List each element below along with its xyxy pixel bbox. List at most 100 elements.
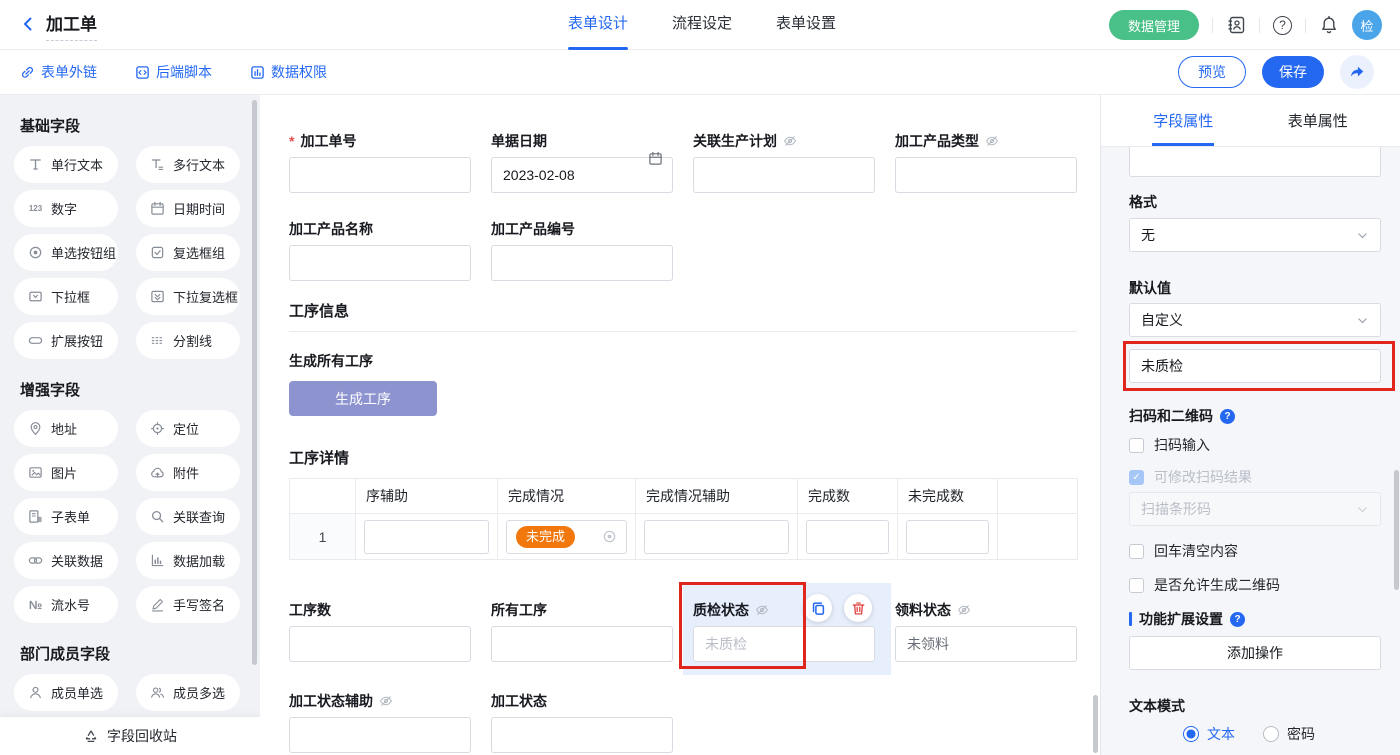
- field-type-attachment[interactable]: 附件: [136, 454, 240, 491]
- canvas-scrollbar[interactable]: [1093, 695, 1098, 753]
- generate-process-button[interactable]: 生成工序: [289, 381, 437, 416]
- radio-unselected-icon[interactable]: [1263, 726, 1279, 742]
- field-input[interactable]: [491, 245, 673, 281]
- field-process-status-aux[interactable]: 加工状态辅助: [289, 693, 471, 753]
- toolbar-actions: 预览 保存: [1178, 55, 1374, 89]
- completion-status-cell[interactable]: 未完成: [506, 520, 627, 554]
- field-type-multi-select[interactable]: 下拉复选框: [136, 278, 240, 315]
- radio-selected-icon[interactable]: [1183, 726, 1199, 742]
- field-process-order-no[interactable]: *加工单号: [289, 133, 471, 193]
- default-custom-value-input[interactable]: [1129, 349, 1381, 383]
- field-type-multi-line-text[interactable]: 多行文本: [136, 146, 240, 183]
- field-product-name[interactable]: 加工产品名称: [289, 221, 471, 281]
- field-all-processes[interactable]: 所有工序: [491, 602, 673, 662]
- help-icon[interactable]: [1273, 16, 1292, 35]
- calendar-icon[interactable]: [648, 151, 663, 166]
- datetime-icon: [149, 201, 166, 216]
- field-product-type[interactable]: 加工产品类型: [895, 133, 1077, 193]
- subform-cell-input[interactable]: [364, 520, 489, 554]
- field-type-select[interactable]: 下拉框: [14, 278, 118, 315]
- address-book-icon[interactable]: [1226, 15, 1246, 35]
- format-select[interactable]: 无: [1129, 218, 1381, 252]
- data-permission-button[interactable]: 数据权限: [250, 62, 327, 82]
- field-input[interactable]: [895, 157, 1077, 193]
- field-type-extension-button[interactable]: 扩展按钮: [14, 322, 118, 359]
- tab-field-properties[interactable]: 字段属性: [1116, 95, 1251, 146]
- checkbox-box[interactable]: [1129, 438, 1144, 453]
- checkbox-box[interactable]: [1129, 544, 1144, 559]
- panel-scrollbar[interactable]: [1394, 470, 1399, 590]
- delete-field-button[interactable]: [844, 594, 872, 622]
- tab-form-properties[interactable]: 表单属性: [1251, 95, 1386, 146]
- tab-form-settings[interactable]: 表单设置: [776, 0, 836, 50]
- field-input[interactable]: [693, 157, 875, 193]
- field-type-linked-data[interactable]: 关联数据: [14, 542, 118, 579]
- field-material-status[interactable]: 领料状态: [895, 602, 1077, 662]
- field-type-serial-number[interactable]: №流水号: [14, 586, 118, 623]
- field-type-divider[interactable]: 分割线: [136, 322, 240, 359]
- avatar[interactable]: 检: [1352, 10, 1382, 40]
- field-type-member-single[interactable]: 成员单选: [14, 674, 118, 711]
- tab-flow-settings[interactable]: 流程设定: [672, 0, 732, 50]
- copy-field-button[interactable]: [804, 594, 832, 622]
- add-action-button[interactable]: 添加操作: [1129, 636, 1381, 670]
- field-document-date[interactable]: 单据日期: [491, 133, 673, 193]
- field-type-signature[interactable]: 手写签名: [136, 586, 240, 623]
- field-type-address[interactable]: 地址: [14, 410, 118, 447]
- external-link-button[interactable]: 表单外链: [20, 62, 97, 82]
- help-filled-icon[interactable]: [1220, 409, 1235, 424]
- field-input[interactable]: [491, 626, 673, 662]
- share-button[interactable]: [1340, 55, 1374, 89]
- field-process-status[interactable]: 加工状态: [491, 693, 673, 753]
- field-type-data-load[interactable]: 数据加载: [136, 542, 240, 579]
- subform-cell-input[interactable]: [906, 520, 989, 554]
- field-type-number[interactable]: 123数字: [14, 190, 118, 227]
- field-input[interactable]: [289, 157, 471, 193]
- field-type-label: 日期时间: [173, 199, 225, 218]
- radio-password-mode[interactable]: 密码: [1263, 724, 1315, 744]
- default-value-select[interactable]: 自定义: [1129, 303, 1381, 337]
- field-type-subform[interactable]: 子表单: [14, 498, 118, 535]
- data-manage-button[interactable]: 数据管理: [1109, 10, 1199, 40]
- radio-text-mode[interactable]: 文本: [1183, 724, 1235, 744]
- subform-cell-input[interactable]: [806, 520, 889, 554]
- sidebar-scrollbar[interactable]: [252, 100, 257, 665]
- field-product-code[interactable]: 加工产品编号: [491, 221, 673, 281]
- field-type-member-multi[interactable]: 成员多选: [136, 674, 240, 711]
- checkbox-allow-qrcode[interactable]: 是否允许生成二维码: [1129, 575, 1280, 595]
- notification-bell-icon[interactable]: [1319, 15, 1339, 35]
- properties-panel: 字段属性 表单属性 格式 无 默认值 自定义 扫码和二维码 扫码输入 可修改扫码…: [1100, 95, 1400, 755]
- subform-cell-input[interactable]: [644, 520, 789, 554]
- field-process-count[interactable]: 工序数: [289, 602, 471, 662]
- field-type-label: 复选框组: [173, 243, 225, 262]
- date-input[interactable]: [491, 157, 673, 193]
- field-type-image[interactable]: 图片: [14, 454, 118, 491]
- tab-form-design[interactable]: 表单设计: [568, 0, 628, 50]
- field-type-radio-group[interactable]: 单选按钮组: [14, 234, 118, 271]
- backend-script-button[interactable]: 后端脚本: [135, 62, 212, 82]
- checkbox-clear-on-enter[interactable]: 回车清空内容: [1129, 541, 1238, 561]
- field-input[interactable]: [491, 717, 673, 753]
- field-type-datetime[interactable]: 日期时间: [136, 190, 240, 227]
- circle-dot-icon[interactable]: [602, 529, 617, 544]
- help-filled-icon[interactable]: [1230, 612, 1245, 627]
- field-type-checkbox-group[interactable]: 复选框组: [136, 234, 240, 271]
- field-type-single-line-text[interactable]: 单行文本: [14, 146, 118, 183]
- field-input[interactable]: [289, 717, 471, 753]
- field-linked-production-plan[interactable]: 关联生产计划: [693, 133, 875, 193]
- header-actions: 数据管理 检: [1109, 0, 1382, 50]
- field-input[interactable]: [693, 626, 875, 662]
- field-type-location[interactable]: 定位: [136, 410, 240, 447]
- back-button[interactable]: 加工单: [20, 10, 97, 41]
- checkbox-scan-input[interactable]: 扫码输入: [1129, 435, 1210, 455]
- field-input[interactable]: [289, 626, 471, 662]
- save-button[interactable]: 保存: [1262, 56, 1324, 88]
- field-input[interactable]: [895, 626, 1077, 662]
- checkbox-box[interactable]: [1129, 578, 1144, 593]
- required-star: *: [289, 133, 294, 149]
- field-recycle-bin[interactable]: 字段回收站: [0, 717, 260, 755]
- field-input[interactable]: [289, 245, 471, 281]
- preview-button[interactable]: 预览: [1178, 56, 1246, 88]
- field-type-lookup-query[interactable]: 关联查询: [136, 498, 240, 535]
- checkbox-group-icon: [149, 245, 166, 260]
